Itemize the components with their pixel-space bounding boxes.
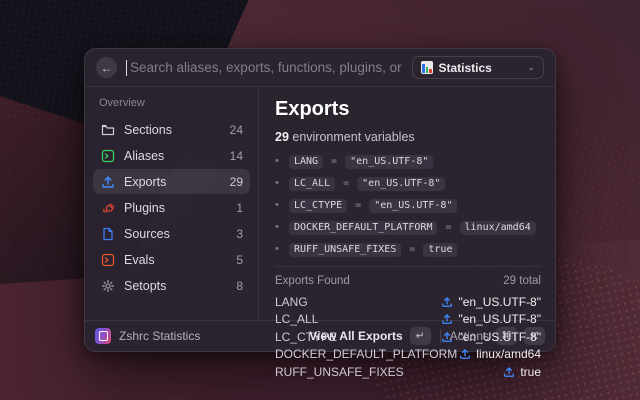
sidebar-item-label: Exports [124, 175, 221, 189]
sidebar-item-label: Aliases [124, 149, 221, 163]
equals-sign: = [343, 178, 349, 189]
bar-chart-icon [421, 61, 433, 74]
sidebar-item-label: Sections [124, 123, 221, 137]
bullet-icon: • [275, 156, 281, 167]
equals-sign: = [445, 222, 451, 233]
enter-key-icon[interactable]: ↵ [410, 327, 431, 345]
sidebar-item-setopts[interactable]: Setopts 8 [93, 273, 250, 298]
extension-app-icon [95, 328, 111, 344]
var-value-chip: linux/amd64 [460, 221, 536, 235]
sidebar-item-label: Sources [124, 227, 227, 241]
launcher-window: ← Search aliases, exports, functions, pl… [84, 48, 556, 352]
search-input[interactable]: Search aliases, exports, functions, plug… [130, 60, 403, 75]
page-title: Exports [275, 98, 541, 121]
chevron-down-icon: ⌄ [527, 62, 535, 73]
extension-name: Zshrc Statistics [119, 329, 200, 343]
sidebar-item-label: Evals [124, 253, 227, 267]
sidebar-item-sources[interactable]: Sources 3 [93, 221, 250, 246]
dropdown-selected-value: Statistics [439, 61, 522, 75]
list-item: • DOCKER_DEFAULT_PLATFORM = linux/amd64 [275, 219, 541, 236]
export-value: "en_US.UTF-8" [458, 295, 541, 309]
action-bar: Zshrc Statistics View All Exports ↵ Acti… [85, 320, 555, 351]
view-all-exports-button[interactable]: View All Exports [309, 329, 402, 343]
bullet-icon: • [275, 244, 281, 255]
plug-icon [100, 200, 115, 215]
terminal-orange-icon [100, 252, 115, 267]
var-value-chip: true [423, 243, 457, 257]
table-row[interactable]: RUFF_UNSAFE_FIXES true [275, 363, 541, 381]
list-item: • LANG = "en_US.UTF-8" [275, 153, 541, 170]
search-bar: ← Search aliases, exports, functions, pl… [85, 49, 555, 87]
equals-sign: = [409, 244, 415, 255]
bullet-icon: • [275, 222, 281, 233]
statistics-dropdown[interactable]: Statistics ⌄ [412, 56, 544, 79]
list-item: • LC_ALL = "en_US.UTF-8" [275, 175, 541, 192]
export-name: LANG [275, 295, 308, 309]
var-name-chip: LC_CTYPE [289, 199, 347, 213]
sidebar-item-plugins[interactable]: Plugins 1 [93, 195, 250, 220]
env-var-list: • LANG = "en_US.UTF-8" • LC_ALL = "en_US… [275, 153, 541, 258]
upload-icon [100, 174, 115, 189]
bullet-icon: • [275, 200, 281, 211]
sidebar-item-sections[interactable]: Sections 24 [93, 117, 250, 142]
list-item: • LC_CTYPE = "en_US.UTF-8" [275, 197, 541, 214]
bullet-icon: • [275, 178, 281, 189]
table-header: Exports Found 29 total [275, 273, 541, 289]
subtitle-count: 29 [275, 130, 289, 144]
k-key-icon[interactable]: K [524, 327, 545, 345]
export-value: true [520, 365, 541, 379]
sidebar-item-count: 24 [230, 123, 243, 137]
sidebar-section-label: Overview [99, 97, 244, 109]
file-icon [100, 226, 115, 241]
var-name-chip: LC_ALL [289, 177, 335, 191]
sidebar-item-count: 1 [236, 201, 243, 215]
back-button[interactable]: ← [96, 57, 117, 78]
list-item: • RUFF_UNSAFE_FIXES = true [275, 241, 541, 258]
detail-panel: Exports 29 environment variables • LANG … [259, 87, 555, 320]
var-value-chip: "en_US.UTF-8" [369, 199, 457, 213]
sidebar-item-exports[interactable]: Exports 29 [93, 169, 250, 194]
sidebar-item-count: 5 [236, 253, 243, 267]
table-row[interactable]: LANG "en_US.UTF-8" [275, 293, 541, 311]
upload-icon [503, 366, 515, 378]
var-value-chip: "en_US.UTF-8" [345, 155, 433, 169]
terminal-green-icon [100, 148, 115, 163]
sidebar-item-label: Setopts [124, 279, 227, 293]
export-name: RUFF_UNSAFE_FIXES [275, 365, 404, 379]
sidebar-item-count: 8 [236, 279, 243, 293]
sidebar-item-count: 14 [230, 149, 243, 163]
sidebar: Overview Sections 24 Aliases 14 Exp [85, 87, 259, 320]
sidebar-item-evals[interactable]: Evals 5 [93, 247, 250, 272]
actions-button[interactable]: Actions [450, 329, 489, 343]
table-header-left: Exports Found [275, 275, 350, 287]
table-header-right: 29 total [503, 275, 541, 287]
folder-icon [100, 122, 115, 137]
sidebar-item-count: 3 [236, 227, 243, 241]
divider [440, 329, 441, 343]
text-caret [126, 60, 127, 76]
sidebar-item-count: 29 [230, 175, 243, 189]
var-value-chip: "en_US.UTF-8" [357, 177, 445, 191]
var-name-chip: RUFF_UNSAFE_FIXES [289, 243, 401, 257]
equals-sign: = [355, 200, 361, 211]
sidebar-item-label: Plugins [124, 201, 227, 215]
subtitle: 29 environment variables [275, 130, 541, 144]
equals-sign: = [331, 156, 337, 167]
cmd-key-icon[interactable]: ⌘ [496, 327, 517, 345]
upload-icon [441, 296, 453, 308]
window-body: Overview Sections 24 Aliases 14 Exp [85, 87, 555, 320]
var-name-chip: DOCKER_DEFAULT_PLATFORM [289, 221, 437, 235]
subtitle-text: environment variables [289, 130, 415, 144]
back-arrow-icon: ← [101, 62, 113, 74]
var-name-chip: LANG [289, 155, 323, 169]
sidebar-item-aliases[interactable]: Aliases 14 [93, 143, 250, 168]
gear-icon [100, 278, 115, 293]
